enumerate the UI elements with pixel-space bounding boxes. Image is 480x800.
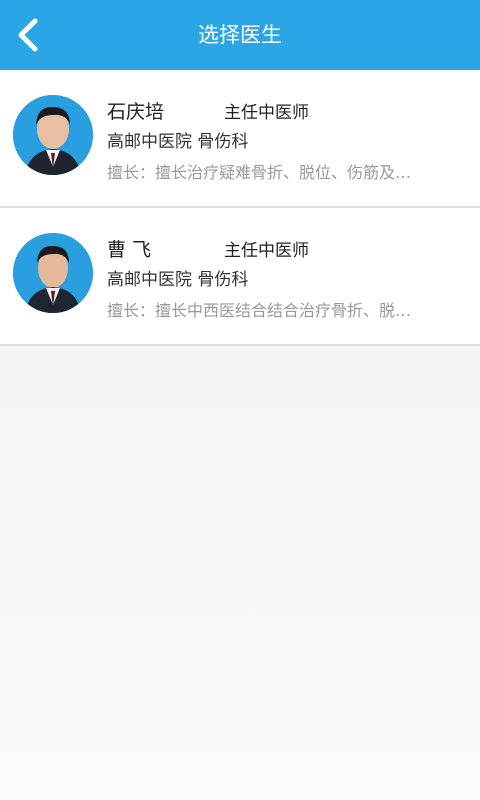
page-title: 选择医生 bbox=[198, 23, 282, 47]
doctor-title: 主任中医师 bbox=[224, 241, 309, 261]
doctor-card[interactable]: 石庆培 主任中医师 高邮中医院 骨伤科 擅长：擅长治疗疑难骨折、脱位、伤筋及… bbox=[0, 70, 480, 208]
doctor-skill: 擅长：擅长中西医结合结合治疗骨折、脱… bbox=[107, 301, 412, 320]
doctor-title: 主任中医师 bbox=[224, 103, 309, 123]
doctor-hospital: 高邮中医院 bbox=[107, 270, 192, 290]
doctor-name: 曹 飞 bbox=[107, 239, 152, 261]
doctor-photo bbox=[13, 233, 93, 313]
doctor-list: 石庆培 主任中医师 高邮中医院 骨伤科 擅长：擅长治疗疑难骨折、脱位、伤筋及… … bbox=[0, 70, 480, 346]
doctor-department: 骨伤科 bbox=[197, 270, 249, 290]
app-header: 选择医生 bbox=[0, 0, 480, 70]
doctor-hospital: 高邮中医院 bbox=[107, 132, 192, 152]
doctor-avatar bbox=[13, 95, 93, 175]
doctor-name: 石庆培 bbox=[107, 101, 165, 123]
doctor-skill: 擅长：擅长治疗疑难骨折、脱位、伤筋及… bbox=[107, 163, 412, 182]
doctor-hospital-department: 高邮中医院 骨伤科 bbox=[107, 265, 248, 290]
doctor-avatar bbox=[13, 233, 93, 313]
doctor-department: 骨伤科 bbox=[197, 132, 249, 152]
doctor-hospital-department: 高邮中医院 骨伤科 bbox=[107, 127, 248, 152]
doctor-photo bbox=[13, 95, 93, 175]
doctor-card[interactable]: 曹 飞 主任中医师 高邮中医院 骨伤科 擅长：擅长中西医结合结合治疗骨折、脱… bbox=[0, 208, 480, 346]
